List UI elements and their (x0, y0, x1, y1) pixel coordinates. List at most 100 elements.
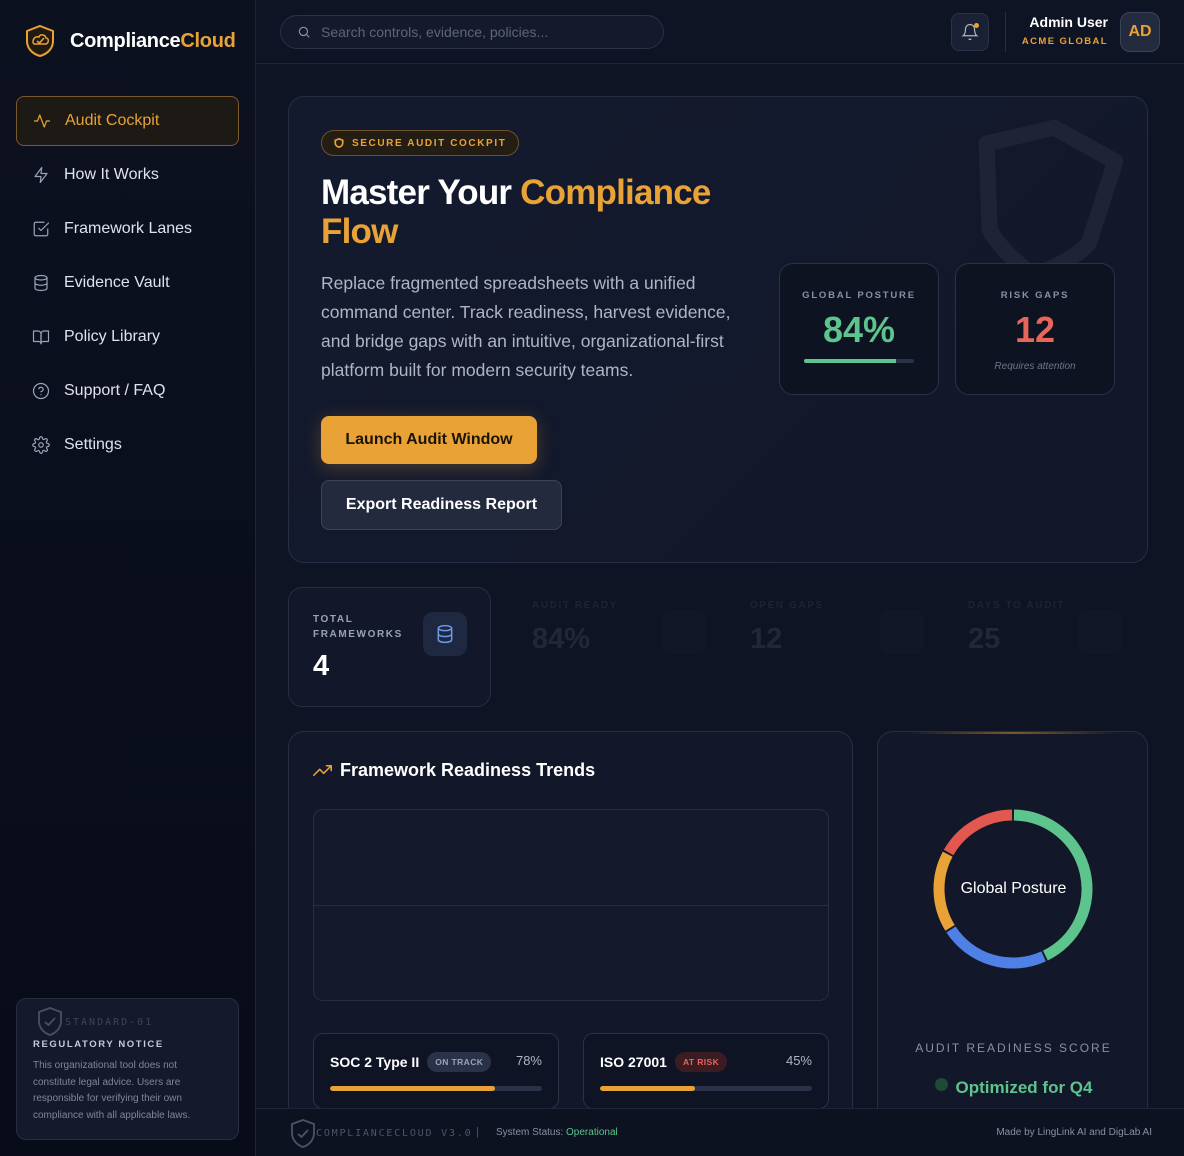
framework-percent: 45% (785, 1053, 812, 1068)
shield-watermark-icon (38, 1007, 62, 1036)
posture-progress-bar (804, 359, 914, 363)
sidebar-item-label: Support / FAQ (64, 382, 166, 399)
framework-progress-fill (330, 1086, 496, 1091)
notification-dot (974, 23, 979, 28)
brand-name: ComplianceCloud (70, 29, 236, 52)
risk-gaps-card: RISK GAPS 12 Requires attention (955, 263, 1115, 395)
gear-icon (32, 436, 50, 454)
posture-progress-fill (804, 359, 897, 363)
footer-credit: Made by LingLink AI and DigLab AI (996, 1127, 1152, 1138)
user-org: ACME GLOBAL (1021, 36, 1108, 47)
sidebar-item-label: How It Works (64, 166, 159, 183)
status-badge: AT RISK (674, 1052, 728, 1072)
shield-logo-icon (26, 24, 54, 58)
alert-circle-icon (880, 610, 924, 654)
export-report-button[interactable]: Export Readiness Report (321, 480, 562, 530)
status-dot-icon (934, 1077, 948, 1091)
trends-chart[interactable] (313, 809, 829, 1001)
score-status-text: Optimized for Q4 (955, 1078, 1093, 1097)
panel-glow (908, 732, 1119, 734)
shield-small-icon (334, 138, 344, 148)
kpi-label: OPEN GAPS (750, 600, 824, 611)
search-input[interactable] (321, 24, 641, 40)
framework-card-soc2[interactable]: SOC 2 Type II ON TRACK 78% (313, 1033, 559, 1109)
donut-segment[interactable] (943, 809, 1013, 856)
framework-progress-bar (330, 1086, 542, 1091)
donut-segment[interactable] (946, 926, 1046, 969)
kpi-label: DAYS TO AUDIT (968, 600, 1066, 611)
sidebar-item-evidence-vault[interactable]: Evidence Vault (16, 258, 239, 308)
shield-watermark-icon (978, 119, 1124, 285)
topbar-divider (1005, 12, 1006, 52)
hero-description: Replace fragmented spreadsheets with a u… (321, 273, 731, 380)
footer-version: COMPLIANCECLOUD V3.0 (316, 1128, 473, 1139)
check-circle-icon (662, 610, 706, 654)
user-meta[interactable]: Admin User ACME GLOBAL (1022, 14, 1108, 47)
framework-card-iso27001[interactable]: ISO 27001 AT RISK 45% (583, 1033, 829, 1109)
sidebar-item-policy-library[interactable]: Policy Library (16, 312, 239, 362)
posture-label: GLOBAL POSTURE (802, 290, 916, 301)
sidebar: ComplianceCloud Audit Cockpit How It Wor… (0, 0, 256, 1156)
zap-icon (34, 166, 48, 184)
shield-watermark-icon (291, 1119, 315, 1148)
framework-progress-fill (600, 1086, 696, 1091)
brand[interactable]: ComplianceCloud (24, 24, 236, 58)
framework-percent: 78% (515, 1053, 542, 1068)
posture-value: 84% (822, 309, 896, 350)
framework-progress-bar (600, 1086, 812, 1091)
footer: COMPLIANCECLOUD V3.0 | System Status: Op… (256, 1108, 1184, 1156)
activity-icon (33, 114, 51, 128)
system-status-value: Operational (566, 1127, 618, 1138)
hero-panel: SECURE AUDIT COCKPIT Master Your Complia… (288, 96, 1148, 563)
hero-title: Master Your Compliance Flow (321, 173, 711, 251)
footer-separator: | (476, 1126, 479, 1138)
kpi-label: TOTAL FRAMEWORKS (313, 614, 403, 640)
notice-watermark: STANDARD-01 (37, 1007, 153, 1037)
notice-title: REGULATORY NOTICE (33, 1039, 164, 1050)
database-icon (34, 274, 48, 292)
readiness-trends-panel: Framework Readiness Trends SOC 2 Type II… (288, 731, 853, 1131)
status-badge: ON TRACK (427, 1052, 492, 1072)
framework-name: SOC 2 Type II (330, 1054, 420, 1070)
notifications-button[interactable] (951, 13, 989, 51)
notice-code: STANDARD-01 (65, 1016, 154, 1028)
risk-subtext: Requires attention (994, 361, 1076, 372)
score-label: AUDIT READINESS SCORE (915, 1041, 1112, 1055)
regulatory-notice: STANDARD-01 REGULATORY NOTICE This organ… (16, 998, 239, 1140)
sidebar-item-support-faq[interactable]: Support / FAQ (16, 366, 239, 416)
check-square-icon (33, 221, 50, 237)
book-icon (32, 330, 50, 345)
sidebar-item-label: Policy Library (64, 328, 161, 345)
sidebar-item-audit-cockpit[interactable]: Audit Cockpit (16, 96, 239, 146)
trending-up-icon (313, 764, 332, 777)
avatar[interactable]: AD (1120, 12, 1160, 52)
chart-gridline (314, 905, 828, 906)
sidebar-item-label: Audit Cockpit (65, 112, 160, 129)
sidebar-item-label: Settings (64, 436, 122, 453)
readiness-score-panel: Global Posture AUDIT READINESS SCORE Opt… (877, 731, 1148, 1131)
score-status: Optimized for Q4 (878, 1077, 1147, 1098)
total-frameworks-card: TOTAL FRAMEWORKS 4 (288, 587, 491, 707)
trends-title: Framework Readiness Trends (313, 760, 595, 781)
kpi-card-faded: AUDIT READY 84% (532, 600, 732, 700)
trends-title-text: Framework Readiness Trends (340, 760, 596, 780)
database-icon (423, 612, 467, 656)
launch-audit-button[interactable]: Launch Audit Window (321, 416, 537, 464)
kpi-label: AUDIT READY (532, 600, 618, 611)
system-status: System Status: Operational (496, 1127, 618, 1138)
framework-name: ISO 27001 (600, 1054, 667, 1070)
hero-badge-label: SECURE AUDIT COCKPIT (352, 137, 507, 149)
sidebar-item-settings[interactable]: Settings (16, 420, 239, 470)
sidebar-item-how-it-works[interactable]: How It Works (16, 150, 239, 200)
sidebar-item-label: Framework Lanes (64, 220, 193, 237)
search-bar[interactable] (280, 15, 664, 49)
kpi-card-faded: OPEN GAPS 12 (750, 600, 950, 700)
global-posture-card: GLOBAL POSTURE 84% (779, 263, 939, 395)
kpi-card-faded: DAYS TO AUDIT 25 (968, 600, 1148, 700)
sidebar-nav: Audit Cockpit How It Works Framework Lan… (16, 96, 239, 474)
sidebar-item-framework-lanes[interactable]: Framework Lanes (16, 204, 239, 254)
help-circle-icon (32, 382, 50, 400)
risk-value: 12 (1014, 309, 1056, 350)
donut-center-label: Global Posture (960, 880, 1067, 897)
risk-label: RISK GAPS (1000, 290, 1070, 301)
